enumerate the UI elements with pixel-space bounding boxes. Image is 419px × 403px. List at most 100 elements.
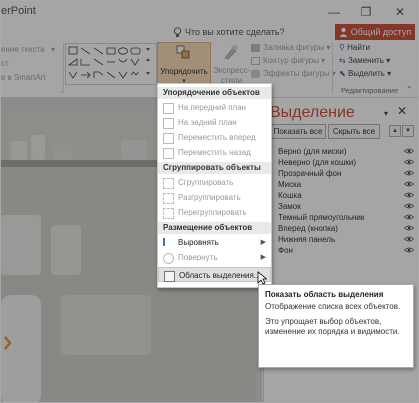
object-name: Миска — [278, 180, 302, 189]
align-text-button[interactable]: ст — [1, 59, 9, 68]
title-bar: erPoint — ❐ ✕ — [1, 1, 418, 23]
person-icon — [339, 27, 348, 37]
list-item[interactable]: Прозрачный фон — [278, 168, 414, 179]
select-label: Выделить — [347, 69, 385, 78]
menu-item-rotate[interactable]: Повернуть ▶ — [158, 250, 271, 265]
group-icon — [163, 178, 174, 189]
selection-pane-icon — [164, 271, 175, 282]
menu-item-align[interactable]: Выровнять ▶ — [158, 235, 271, 250]
group-divider — [63, 43, 64, 93]
close-icon[interactable]: ✕ — [397, 104, 407, 118]
ungroup-label: Разгруппировать — [178, 193, 241, 202]
close-window-button[interactable]: ✕ — [384, 1, 416, 23]
eye-icon[interactable] — [404, 214, 414, 220]
selection-pane-label: Область выделения... — [179, 271, 261, 280]
shape-fill-button[interactable]: Заливка фигуры ▾ — [251, 43, 330, 52]
submenu-arrow-icon: ▶ — [260, 239, 266, 246]
tell-me-box[interactable]: Что вы хотите сделать? — [173, 25, 285, 39]
restore-button[interactable]: ❐ — [350, 1, 382, 23]
eye-icon[interactable] — [404, 170, 414, 176]
tooltip-text-1: Отображение списка всех объектов. — [265, 302, 401, 311]
object-name: Прозрачный фон — [278, 169, 342, 178]
menu-section-group: Сгруппировать объекты — [158, 162, 271, 174]
eye-icon[interactable] — [404, 148, 414, 154]
list-item[interactable]: Темный прямоугольник — [278, 212, 414, 223]
object-name: Вперед (кнопка) — [278, 224, 338, 233]
list-item[interactable]: Фон — [278, 245, 414, 256]
pane-options-icon[interactable]: ▾ — [384, 109, 388, 118]
find-button[interactable]: ⚲ Найти — [339, 43, 370, 52]
replace-button[interactable]: ⇆ Заменить ▾ — [339, 56, 390, 65]
app-title: erPoint — [1, 5, 36, 17]
object-name: Фон — [278, 246, 293, 255]
list-item[interactable]: Кошка — [278, 190, 414, 201]
shape-effects-button[interactable]: Эффекты фигуры ▾ — [251, 69, 336, 78]
shape-outline-button[interactable]: Контур фигуры ▾ — [251, 56, 325, 65]
text-direction-button[interactable]: ение текста — [1, 45, 45, 54]
rotate-label: Повернуть — [178, 253, 218, 262]
menu-section-place: Размещение объектов — [158, 222, 271, 234]
shapes-gallery[interactable] — [65, 43, 157, 85]
list-item[interactable]: Замок — [278, 201, 414, 212]
eye-icon[interactable] — [404, 236, 414, 242]
menu-item-group[interactable]: Сгруппировать — [158, 175, 271, 190]
selection-pane-tooltip: Показать область выделения Отображение с… — [258, 284, 414, 368]
align-icon — [163, 238, 174, 246]
tooltip-text-2: Это упрощает выбор объектов, изменение и… — [265, 317, 400, 336]
eye-icon[interactable] — [404, 247, 414, 253]
eye-icon[interactable] — [404, 159, 414, 165]
lightbulb-icon — [173, 26, 182, 37]
menu-item-bring-forward[interactable]: Переместить вперед — [158, 130, 271, 145]
menu-item-selection-pane[interactable]: Область выделения... — [158, 267, 271, 282]
object-list: Верно (для миски) Неверно (для кошки) Проз… — [278, 146, 414, 256]
arrange-icon — [176, 45, 190, 59]
paint-bucket-icon — [251, 43, 260, 52]
mouse-cursor-icon — [257, 271, 267, 285]
menu-item-send-to-back[interactable]: На задний план — [158, 115, 271, 130]
list-item[interactable]: Миска — [278, 179, 414, 190]
convert-smartart-button[interactable]: в в SmartArt — [1, 73, 46, 82]
eye-icon[interactable] — [404, 192, 414, 198]
find-label: Найти — [347, 43, 370, 52]
eye-icon[interactable] — [404, 225, 414, 231]
pen-icon — [251, 56, 260, 65]
minimize-button[interactable]: — — [318, 1, 350, 23]
object-name: Неверно (для кошки) — [278, 158, 357, 167]
menu-item-send-backward[interactable]: Переместить назад — [158, 145, 271, 160]
menu-section-order: Упорядочение объектов — [158, 87, 271, 99]
quick-styles-icon — [224, 44, 239, 60]
shape-outline-label: Контур фигуры — [263, 56, 319, 65]
replace-icon: ⇆ — [339, 56, 346, 65]
search-icon: ⚲ — [339, 43, 345, 52]
quick-styles-button[interactable]: Экспресс- стили — [211, 42, 251, 88]
eye-icon[interactable] — [404, 203, 414, 209]
show-all-button[interactable]: Показать все — [270, 124, 326, 139]
menu-item-ungroup[interactable]: Разгруппировать — [158, 190, 271, 205]
align-label: Выровнять — [178, 238, 219, 247]
arrange-label: Упорядочить — [160, 67, 208, 76]
list-item[interactable]: Неверно (для кошки) — [278, 157, 414, 168]
menu-item-bring-to-front[interactable]: На передний план — [158, 100, 271, 115]
eye-icon[interactable] — [404, 181, 414, 187]
menu-item-regroup[interactable]: Перегруппировать — [158, 205, 271, 220]
submenu-arrow-icon: ▶ — [260, 254, 266, 261]
text-direction-dropdown-icon: ▾ — [51, 45, 56, 54]
hide-all-button[interactable]: Скрыть все — [328, 124, 380, 139]
send-backward-arrow-icon[interactable]: ▼ — [402, 125, 414, 137]
shapes-gallery-icons — [67, 46, 150, 79]
shape-fill-label: Заливка фигуры — [263, 43, 325, 52]
list-item[interactable]: Вперед (кнопка) — [278, 223, 414, 234]
send-to-back-icon — [163, 118, 174, 129]
tooltip-title: Показать область выделения — [265, 290, 384, 299]
list-item[interactable]: Верно (для миски) — [278, 146, 414, 157]
share-button[interactable]: Общий доступ — [335, 24, 415, 40]
quick-styles-label-1: Экспресс- — [213, 66, 251, 75]
collapse-ribbon-icon[interactable]: ⌃ — [406, 85, 413, 94]
object-name: Кошка — [278, 191, 302, 200]
object-name: Темный прямоугольник — [278, 213, 365, 222]
list-item[interactable]: Нижняя панель — [278, 234, 414, 245]
bring-forward-arrow-icon[interactable]: ▲ — [389, 125, 401, 137]
cursor-icon: ⬉ — [339, 69, 346, 78]
bring-forward-label: Переместить вперед — [178, 133, 256, 142]
select-button[interactable]: ⬉ Выделить ▾ — [339, 69, 391, 78]
